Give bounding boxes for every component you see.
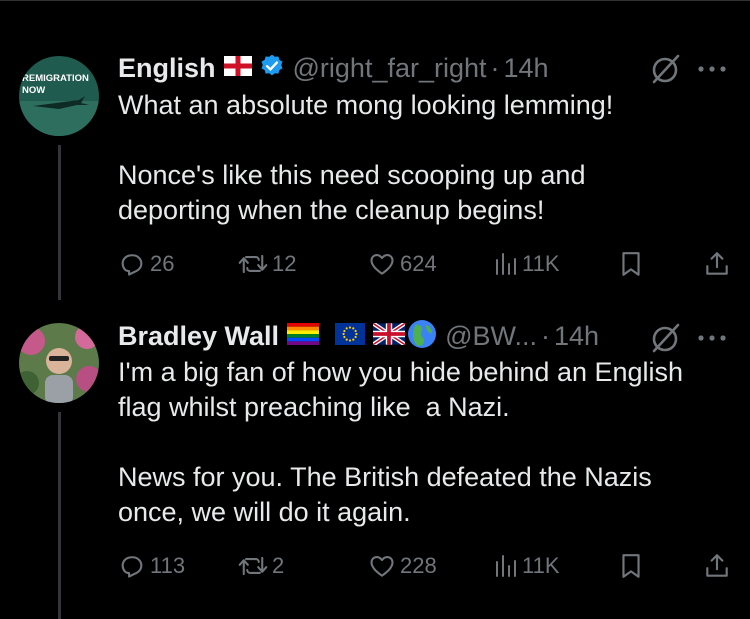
tweet-actions: 113 2 228 11K	[118, 549, 730, 583]
bookmark-icon	[622, 252, 640, 276]
repost-icon	[238, 556, 268, 576]
tweet-text: What an absolute mong looking lemming! N…	[118, 90, 614, 225]
share-icon	[706, 252, 728, 275]
like-icon	[370, 253, 394, 275]
display-name[interactable]: English	[118, 53, 216, 84]
england-flag-icon	[223, 55, 252, 81]
like-button[interactable]: 624	[368, 247, 437, 281]
timestamp[interactable]: 14h	[504, 53, 549, 84]
avatar-image: REMIGRATION NOW	[19, 56, 99, 136]
avatar-image	[19, 323, 99, 403]
reply-count: 113	[150, 553, 186, 578]
share-button[interactable]	[704, 549, 730, 583]
rainbow-flag-icon	[287, 322, 320, 350]
views-count: 11K	[522, 553, 560, 578]
more-icon[interactable]	[695, 62, 729, 80]
views-button[interactable]: 11K	[494, 247, 560, 281]
views-icon	[496, 253, 516, 275]
reply-count: 26	[150, 251, 175, 276]
repost-count: 12	[272, 251, 297, 276]
repost-count: 2	[272, 553, 285, 578]
thread-line	[58, 412, 61, 619]
views-count: 11K	[522, 251, 560, 276]
reply-icon	[121, 254, 143, 276]
verified-icon	[259, 53, 285, 84]
reply-icon	[121, 556, 143, 578]
timestamp[interactable]: 14h	[554, 321, 599, 352]
tweet-header: Bradley Wall @BW... · 14h	[118, 319, 599, 353]
eu-flag-icon	[335, 322, 366, 350]
tweet-header: English @right_far_right · 14h	[118, 51, 549, 85]
like-count: 624	[400, 251, 437, 276]
tweet-actions: 26 12 624 11K	[118, 247, 730, 281]
repost-button[interactable]: 12	[238, 247, 296, 281]
grok-icon[interactable]	[650, 322, 682, 359]
display-name[interactable]: Bradley Wall	[118, 321, 279, 352]
separator: ·	[490, 52, 500, 83]
bookmark-button[interactable]	[620, 549, 642, 583]
repost-button[interactable]: 2	[238, 549, 284, 583]
handle[interactable]: @BW...	[445, 321, 537, 352]
bookmark-button[interactable]	[620, 247, 642, 281]
handle[interactable]: @right_far_right	[293, 53, 487, 84]
share-icon	[706, 554, 728, 577]
separator: ·	[540, 320, 550, 351]
repost-icon	[238, 254, 268, 274]
like-button[interactable]: 228	[368, 549, 437, 583]
like-count: 228	[400, 553, 437, 578]
reply-button[interactable]: 26	[118, 247, 174, 281]
avatar-text-2: NOW	[22, 85, 45, 96]
grok-icon[interactable]	[650, 53, 682, 90]
tweet-text: I'm a big fan of how you hide behind an …	[118, 357, 684, 527]
tweet-2[interactable]: Bradley Wall @BW... · 14h I'm a big fan …	[0, 300, 750, 619]
globe-icon	[407, 319, 437, 354]
bookmark-icon	[622, 554, 640, 578]
reply-button[interactable]: 113	[118, 549, 185, 583]
avatar-text-1: REMIGRATION	[22, 73, 89, 84]
share-button[interactable]	[704, 247, 730, 281]
views-icon	[496, 555, 516, 577]
thread-line	[58, 145, 61, 300]
like-icon	[370, 555, 394, 577]
avatar[interactable]	[19, 323, 99, 403]
uk-flag-icon	[371, 321, 407, 350]
more-icon[interactable]	[695, 331, 729, 349]
views-button[interactable]: 11K	[494, 549, 560, 583]
tweet-1[interactable]: REMIGRATION NOW English @right_far_right…	[0, 0, 750, 300]
avatar[interactable]: REMIGRATION NOW	[19, 56, 99, 136]
